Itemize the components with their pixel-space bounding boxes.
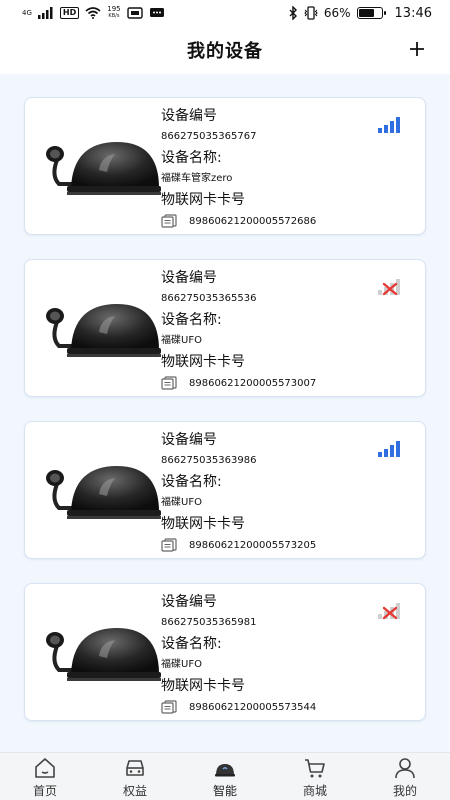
- sim-card-icon: [161, 214, 177, 228]
- clock: 13:46: [394, 5, 432, 21]
- iot-card-label: 物联网卡卡号: [161, 354, 245, 370]
- sim-card-icon: [161, 376, 177, 390]
- device-info: 设备编号 866275035363986 设备名称: 福碟UFO 物联网卡卡号 …: [161, 430, 365, 556]
- device-no-value: 866275035363986: [161, 455, 257, 466]
- iccid-row: 89860621200005573205: [161, 534, 365, 556]
- sim-card-icon: [161, 700, 177, 714]
- no-signal-icon: [378, 603, 400, 620]
- page-title: 我的设备: [187, 41, 263, 62]
- message-icon: [149, 8, 164, 17]
- device-no-label: 设备编号: [161, 108, 217, 124]
- device-name-label: 设备名称:: [161, 312, 222, 328]
- signal-strength-icon: [378, 117, 400, 133]
- iot-card-label: 物联网卡卡号: [161, 516, 245, 532]
- tab-home[interactable]: 首页: [0, 753, 90, 800]
- net-speed: 195 KB/s: [107, 5, 121, 20]
- wifi-icon: [85, 7, 101, 19]
- device-image: [46, 466, 161, 519]
- tab-mall[interactable]: 商城: [270, 753, 360, 800]
- device-name-value: 福碟UFO: [161, 659, 202, 670]
- device-info: 设备编号 866275035365767 设备名称: 福碟车管家zero 物联网…: [161, 106, 365, 232]
- device-card[interactable]: 设备编号 866275035365536 设备名称: 福碟UFO 物联网卡卡号 …: [24, 259, 426, 397]
- add-device-button[interactable]: [402, 34, 432, 64]
- device-no-label: 设备编号: [161, 432, 217, 448]
- device-name-value: 福碟UFO: [161, 497, 202, 508]
- hd-badge: HD: [59, 7, 80, 19]
- network-type: 4G: [22, 8, 32, 17]
- home-icon: [35, 758, 55, 778]
- device-name-value: 福碟UFO: [161, 335, 202, 346]
- iccid-value: 89860621200005572686: [189, 215, 317, 227]
- tab-mine[interactable]: 我的: [360, 753, 450, 800]
- iccid-row: 89860621200005573007: [161, 372, 365, 394]
- cart-icon: [305, 759, 325, 778]
- device-card[interactable]: 设备编号 866275035363986 设备名称: 福碟UFO 物联网卡卡号 …: [24, 421, 426, 559]
- iot-card-label: 物联网卡卡号: [161, 678, 245, 694]
- device-name-label: 设备名称:: [161, 474, 222, 490]
- bluetooth-icon: [289, 6, 297, 20]
- device-no-label: 设备编号: [161, 594, 217, 610]
- sim-card-icon: [161, 538, 177, 552]
- device-no-value: 866275035365536: [161, 293, 257, 304]
- device-name-value: 福碟车管家zero: [161, 173, 233, 184]
- iccid-value: 89860621200005573007: [189, 377, 317, 389]
- no-signal-icon: [378, 279, 400, 296]
- iot-card-label: 物联网卡卡号: [161, 192, 245, 208]
- device-image: [46, 304, 161, 357]
- device-no-label: 设备编号: [161, 270, 217, 286]
- iccid-row: 89860621200005572686: [161, 210, 365, 232]
- iccid-value: 89860621200005573205: [189, 539, 317, 551]
- iccid-row: 89860621200005573544: [161, 696, 365, 718]
- status-bar: 4G HD 195 KB/s 66% 13:46: [0, 0, 450, 26]
- device-name-label: 设备名称:: [161, 150, 222, 166]
- device-no-value: 866275035365981: [161, 617, 257, 628]
- plus-icon: [410, 42, 424, 56]
- device-image: [46, 628, 161, 681]
- tab-benefits-label: 权益: [122, 784, 147, 798]
- signal-strength-icon: [378, 441, 400, 457]
- cell-signal-icon: [37, 7, 53, 19]
- tab-mall-label: 商城: [302, 784, 327, 798]
- device-name-label: 设备名称:: [161, 636, 222, 652]
- tab-benefits[interactable]: 权益: [90, 753, 180, 800]
- device-info: 设备编号 866275035365536 设备名称: 福碟UFO 物联网卡卡号 …: [161, 268, 365, 394]
- tab-smart[interactable]: 智能: [180, 753, 270, 800]
- tab-mine-label: 我的: [392, 784, 417, 798]
- iccid-value: 89860621200005573544: [189, 701, 317, 713]
- bottom-tab-bar: 首页 权益 智能 商城 我的: [0, 752, 450, 800]
- device-card[interactable]: 设备编号 866275035365981 设备名称: 福碟UFO 物联网卡卡号 …: [24, 583, 426, 721]
- battery-icon: [356, 7, 386, 19]
- device-card[interactable]: 设备编号 866275035365767 设备名称: 福碟车管家zero 物联网…: [24, 97, 426, 235]
- car-icon: [126, 760, 144, 776]
- device-info: 设备编号 866275035365981 设备名称: 福碟UFO 物联网卡卡号 …: [161, 592, 365, 718]
- sim-tray-icon: [126, 7, 143, 19]
- tab-home-label: 首页: [32, 784, 57, 798]
- device-no-value: 866275035365767: [161, 131, 257, 142]
- user-icon: [395, 758, 415, 779]
- device-image: [46, 142, 161, 195]
- vibrate-icon: [304, 6, 318, 20]
- device-list[interactable]: 设备编号 866275035365767 设备名称: 福碟车管家zero 物联网…: [0, 74, 450, 752]
- device-icon: [215, 764, 235, 777]
- app-header: 我的设备: [0, 26, 450, 74]
- battery-percent: 66%: [323, 6, 351, 20]
- tab-smart-label: 智能: [212, 784, 237, 798]
